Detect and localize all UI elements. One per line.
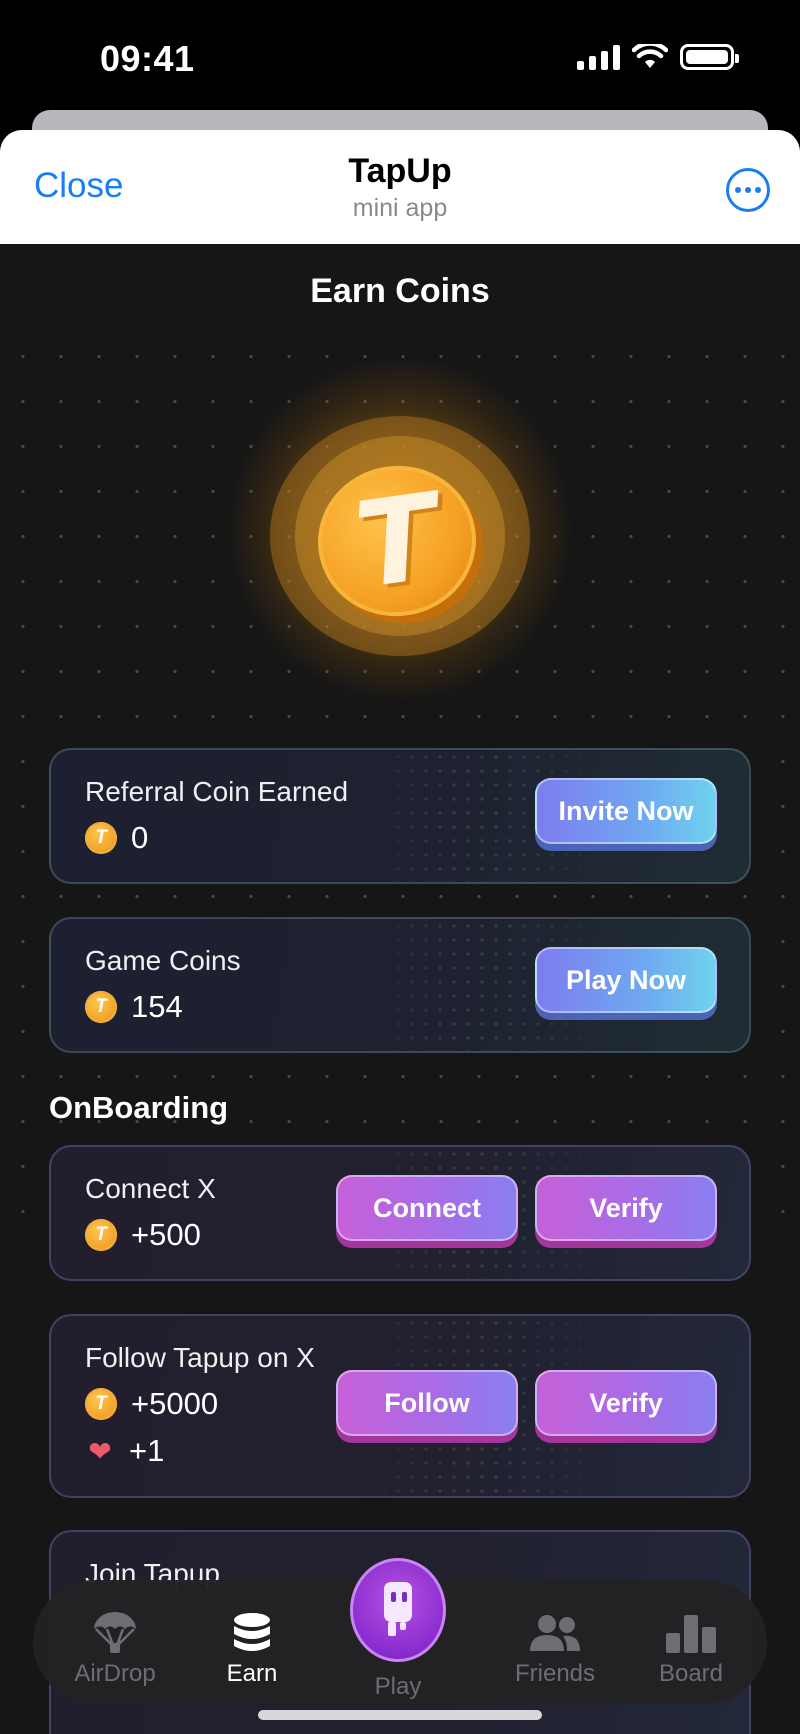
status-icons: [577, 44, 739, 70]
play-now-button[interactable]: Play Now: [535, 947, 717, 1013]
tab-friends[interactable]: Friends: [490, 1580, 620, 1704]
referral-value: T 0: [85, 820, 148, 856]
coin-icon: T: [85, 991, 117, 1023]
follow-x-label: Follow Tapup on X: [85, 1342, 315, 1373]
coin-icon: T: [85, 1388, 117, 1420]
app-title: TapUp: [348, 152, 452, 190]
ellipsis-circle-icon[interactable]: [726, 168, 770, 212]
invite-now-button[interactable]: Invite Now: [535, 778, 717, 844]
follow-x-card: Follow Tapup on X T +5000 ❤ +1 Follow Ve…: [49, 1314, 751, 1498]
battery-icon: [680, 44, 739, 70]
game-coins-card: Game Coins T 154 Play Now: [49, 917, 751, 1053]
verify-follow-button[interactable]: Verify: [535, 1370, 717, 1436]
tab-friends-label: Friends: [514, 1660, 596, 1687]
tab-earn-label: Earn: [226, 1660, 278, 1687]
follow-x-reward: T +5000: [85, 1386, 218, 1422]
bar-chart-icon: [664, 1612, 718, 1654]
tab-play-label: Play: [374, 1673, 422, 1700]
tab-airdrop-label: AirDrop: [74, 1660, 156, 1687]
tab-airdrop[interactable]: AirDrop: [50, 1580, 180, 1704]
connect-button[interactable]: Connect: [336, 1175, 518, 1241]
tab-play[interactable]: [350, 1558, 446, 1662]
tab-board[interactable]: Board: [626, 1580, 756, 1704]
home-indicator: [258, 1710, 542, 1720]
connect-x-label: Connect X: [85, 1173, 216, 1204]
onboarding-title: OnBoarding: [49, 1090, 229, 1125]
game-coins-label: Game Coins: [85, 945, 241, 976]
verify-connect-button[interactable]: Verify: [535, 1175, 717, 1241]
connect-x-card: Connect X T +500 Connect Verify: [49, 1145, 751, 1281]
robot-icon: [384, 1582, 412, 1636]
coin-hero-icon: T: [308, 455, 486, 627]
coin-icon: T: [85, 822, 117, 854]
status-bar: 09:41: [0, 0, 800, 110]
main-content: Earn Coins T Referral Coin Earned T 0 In…: [0, 244, 800, 1734]
app-header: Close TapUp mini app: [0, 130, 800, 244]
heart-icon: ❤: [88, 1435, 112, 1467]
tab-earn[interactable]: Earn: [187, 1580, 317, 1704]
status-time: 09:41: [100, 38, 195, 79]
cellular-signal-icon: [577, 44, 620, 70]
tab-board-label: Board: [658, 1660, 724, 1687]
referral-card: Referral Coin Earned T 0 Invite Now: [49, 748, 751, 884]
parachute-icon: [92, 1612, 138, 1654]
coin-stack-icon: [232, 1612, 272, 1654]
coin-icon: T: [85, 1219, 117, 1251]
follow-button[interactable]: Follow: [336, 1370, 518, 1436]
wifi-icon: [632, 44, 668, 68]
follow-x-heart-reward: ❤ +1: [85, 1433, 164, 1469]
game-coins-value: T 154: [85, 989, 183, 1025]
connect-x-reward: T +500: [85, 1217, 201, 1253]
page-title: Earn Coins: [310, 272, 490, 310]
referral-label: Referral Coin Earned: [85, 776, 349, 807]
app-subtitle: mini app: [352, 194, 448, 222]
people-icon: [527, 1612, 583, 1654]
